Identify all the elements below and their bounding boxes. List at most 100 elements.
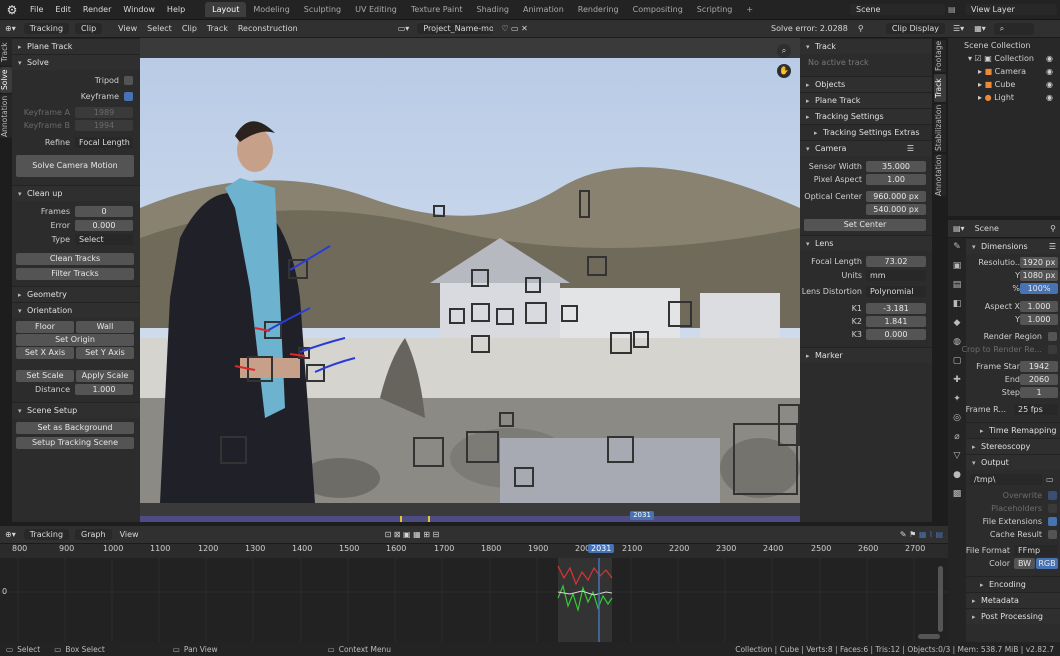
set-center-button[interactable]: Set Center [804, 218, 926, 231]
properties-editor-icon[interactable]: ▤▾ [948, 224, 970, 233]
placeholders-checkbox[interactable] [1048, 504, 1057, 513]
camera-section[interactable]: ▾ Camera ☰ [800, 140, 932, 156]
tab-layout[interactable]: Layout [205, 2, 247, 17]
filter-tracks-button[interactable]: Filter Tracks [16, 267, 134, 280]
post-processing-section[interactable]: ▸ Post Processing [966, 608, 1060, 624]
mode-dropdown[interactable]: Tracking [23, 23, 70, 34]
menu-select[interactable]: Select [142, 24, 177, 33]
cache-result-checkbox[interactable] [1048, 530, 1057, 539]
folder-icon[interactable]: ▭ [1046, 475, 1054, 484]
menu-file[interactable]: File [24, 5, 49, 14]
resolution-percent-field[interactable]: 100% [1020, 283, 1058, 294]
file-extensions-checkbox[interactable] [1048, 517, 1057, 526]
view-layer-selector[interactable]: View Layer [965, 4, 1057, 15]
graph-editor-type-icon[interactable]: ⊕▾ [0, 530, 21, 539]
type-dropdown[interactable]: Select [75, 234, 133, 245]
tab-texture-paint[interactable]: Texture Paint [404, 2, 470, 17]
set-y-axis-button[interactable]: Set Y Axis [76, 346, 134, 359]
apply-scale-button[interactable]: Apply Scale [76, 369, 134, 382]
objects-section[interactable]: ▸ Objects [800, 76, 932, 92]
display-mode-icon[interactable]: ▦▾ [969, 24, 991, 33]
menu-edit[interactable]: Edit [49, 5, 77, 14]
frame-rate-dropdown[interactable]: 25 fps [1014, 404, 1058, 415]
k2-field[interactable]: 1.841 [866, 316, 926, 327]
clean-tracks-button[interactable]: Clean Tracks [16, 252, 134, 265]
current-frame-badge[interactable]: 2031 [630, 511, 654, 520]
tracking-settings-extras-section[interactable]: ▸ Tracking Settings Extras [800, 124, 932, 140]
track-section[interactable]: ▾ Track [800, 38, 932, 54]
clip-name-field[interactable]: Project_Name-mont... [417, 23, 494, 34]
eye-icon[interactable]: ◉ [1046, 54, 1053, 63]
stereoscopy-section[interactable]: ▸ Stereoscopy [966, 438, 1060, 454]
eye-icon[interactable]: ◉ [1046, 67, 1053, 76]
constraints-icon[interactable]: ⌀ [948, 428, 966, 447]
marker-section[interactable]: ▸ Marker [800, 347, 932, 363]
orientation-section[interactable]: ▾ Orientation [12, 302, 140, 318]
tab-scripting[interactable]: Scripting [690, 2, 740, 17]
k1-field[interactable]: -3.181 [866, 303, 926, 314]
refine-dropdown[interactable]: Focal Length [75, 137, 133, 148]
time-remapping-section[interactable]: ▸ Time Remapping [966, 422, 1060, 438]
tab-footage[interactable]: Footage [934, 40, 946, 72]
solve-camera-motion-button[interactable]: Solve Camera Motion [16, 155, 134, 177]
crop-checkbox[interactable] [1048, 345, 1057, 354]
pixel-aspect-field[interactable]: 1.00 [866, 174, 926, 185]
encoding-section[interactable]: ▸ Encoding [966, 576, 1060, 592]
output-path-field[interactable]: /tmp\ [970, 474, 1042, 485]
menu-render[interactable]: Render [77, 5, 117, 14]
graph-vertical-scrollbar[interactable] [938, 566, 943, 632]
eye-icon[interactable]: ◉ [1046, 80, 1053, 89]
dimensions-section[interactable]: ▾ Dimensions ☰ [966, 238, 1060, 254]
plane-track-sidebar-section[interactable]: ▸ Plane Track [800, 92, 932, 108]
scene-icon[interactable]: ◆ [948, 314, 966, 333]
menu-reconstruction[interactable]: Reconstruction [233, 24, 303, 33]
outliner-item-light[interactable]: ▸ ● Light [978, 93, 1014, 102]
menu-track[interactable]: Track [202, 24, 233, 33]
tab-track-left[interactable]: Track [0, 38, 12, 66]
graph-view-dropdown[interactable]: Graph [75, 529, 112, 540]
zoom-icon[interactable]: ⌕ [777, 44, 791, 58]
blender-logo-icon[interactable]: ⚙ [4, 2, 20, 18]
eye-icon[interactable]: ◉ [1046, 93, 1053, 102]
outliner-editor-icon[interactable]: ☰▾ [948, 24, 969, 33]
outliner-item-collection[interactable]: ▾ ☑ ▣ Collection [968, 54, 1034, 63]
tab-modeling[interactable]: Modeling [246, 2, 296, 17]
keyframe-b-field[interactable]: 1994 [75, 120, 133, 131]
metadata-section[interactable]: ▸ Metadata [966, 592, 1060, 608]
output-icon[interactable]: ▤ [948, 276, 966, 295]
tab-sculpting[interactable]: Sculpting [297, 2, 348, 17]
resolution-x-field[interactable]: 1920 px [1020, 257, 1058, 268]
color-bw-button[interactable]: BW [1014, 558, 1035, 569]
wall-button[interactable]: Wall [76, 320, 134, 333]
fake-user-icon[interactable]: ♡ ▭ ✕ [496, 24, 533, 33]
list-icon[interactable]: ☰ [907, 144, 914, 153]
cleanup-section[interactable]: ▾ Clean up [12, 185, 140, 201]
outliner-scene-collection[interactable]: Scene Collection [964, 41, 1031, 50]
file-format-dropdown[interactable]: FFmp [1014, 545, 1058, 556]
optical-center-x-field[interactable]: 960.000 px [866, 191, 926, 202]
add-workspace-button[interactable]: + [739, 2, 760, 17]
view-layer-icon[interactable]: ◧ [948, 295, 966, 314]
frames-field[interactable]: 0 [75, 206, 133, 217]
units-dropdown[interactable]: mm [866, 270, 926, 281]
aspect-x-field[interactable]: 1.000 [1020, 301, 1058, 312]
graph-tool-icons[interactable]: ⊡ ⊠ ▣ ▦ ⊞ ⊟ [380, 530, 445, 539]
clip-icon[interactable]: ▭▾ [393, 24, 415, 33]
outliner-search-icon[interactable]: ⌕ [993, 22, 1034, 35]
object-icon[interactable]: ▢ [948, 352, 966, 371]
geometry-section[interactable]: ▸ Geometry [12, 286, 140, 302]
color-rgb-button[interactable]: RGB [1036, 558, 1058, 569]
output-section[interactable]: ▾ Output [966, 454, 1060, 470]
keyframe-checkbox[interactable] [124, 92, 133, 101]
aspect-y-field[interactable]: 1.000 [1020, 314, 1058, 325]
tab-annotation-left[interactable]: Annotation [0, 94, 12, 138]
menu-help[interactable]: Help [161, 5, 191, 14]
graph-current-frame-badge[interactable]: 2031 [588, 544, 615, 553]
physics-icon[interactable]: ◎ [948, 409, 966, 428]
marker-timeline-strip[interactable] [140, 516, 800, 522]
tab-annotation-right[interactable]: Annotation [934, 154, 946, 196]
tracking-settings-section[interactable]: ▸ Tracking Settings [800, 108, 932, 124]
tab-shading[interactable]: Shading [469, 2, 516, 17]
tool-icon[interactable]: ✎ [948, 238, 966, 257]
keyframe-a-field[interactable]: 1989 [75, 107, 133, 118]
